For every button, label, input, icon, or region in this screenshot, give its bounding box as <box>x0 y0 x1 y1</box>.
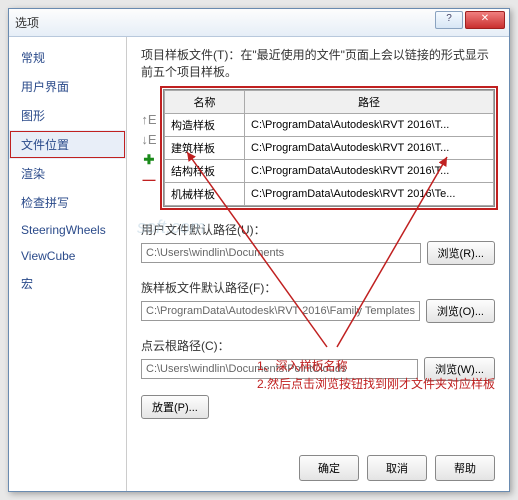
cell-path[interactable]: C:\ProgramData\Autodesk\RVT 2016\Te... <box>245 182 494 205</box>
pointcloud-path-label: 点云根路径(C)： <box>141 337 495 354</box>
sidebar-item-file-locations[interactable]: 文件位置 <box>9 130 126 159</box>
template-table: 名称 路径 构造样板 C:\ProgramData\Autodesk\RVT 2… <box>163 89 495 207</box>
sidebar-item-viewcube[interactable]: ViewCube <box>9 243 126 269</box>
annotation-text: 1、深入样板名称 2.然后点击浏览按钮找到刚才文件夹对应样板 <box>257 357 495 393</box>
ok-button[interactable]: 确定 <box>299 455 359 481</box>
header-name: 名称 <box>165 90 245 113</box>
help-button[interactable]: 帮助 <box>435 455 495 481</box>
main-panel: 项目样板文件(T)：在"最近使用的文件"页面上会以链接的形式显示前五个项目样板。… <box>127 37 509 491</box>
sidebar-item-render[interactable]: 渲染 <box>9 159 126 188</box>
sidebar-item-graphics[interactable]: 图形 <box>9 101 126 130</box>
help-icon[interactable]: ? <box>435 11 463 29</box>
dialog-footer: 确定 取消 帮助 <box>299 455 495 481</box>
cell-path[interactable]: C:\ProgramData\Autodesk\RVT 2016\T... <box>245 113 494 136</box>
close-icon[interactable]: ✕ <box>465 11 505 29</box>
placement-button[interactable]: 放置(P)... <box>141 395 209 419</box>
browse-template-button[interactable]: 浏览(O)... <box>426 299 495 323</box>
sidebar-item-ui[interactable]: 用户界面 <box>9 72 126 101</box>
browse-user-button[interactable]: 浏览(R)... <box>427 241 495 265</box>
sidebar-item-steeringwheels[interactable]: SteeringWheels <box>9 217 126 243</box>
annotation-line2: 2.然后点击浏览按钮找到刚才文件夹对应样板 <box>257 375 495 393</box>
sidebar: 常规 用户界面 图形 文件位置 渲染 检查拼写 SteeringWheels V… <box>9 37 127 491</box>
template-table-area: ↑E ↓E ✚ — 名称 路径 <box>141 89 495 207</box>
description-text: 项目样板文件(T)：在"最近使用的文件"页面上会以链接的形式显示前五个项目样板。 <box>141 47 495 81</box>
cell-name[interactable]: 机械样板 <box>165 182 245 205</box>
template-path-input[interactable] <box>141 301 420 321</box>
dialog-body: 常规 用户界面 图形 文件位置 渲染 检查拼写 SteeringWheels V… <box>9 37 509 491</box>
header-path: 路径 <box>245 90 494 113</box>
annotation-line1: 1、深入样板名称 <box>257 357 495 375</box>
user-path-group: 用户文件默认路径(U)： 浏览(R)... <box>141 221 495 265</box>
table-row[interactable]: 机械样板 C:\ProgramData\Autodesk\RVT 2016\Te… <box>165 182 494 205</box>
sidebar-item-macro[interactable]: 宏 <box>9 269 126 298</box>
cell-name[interactable]: 结构样板 <box>165 159 245 182</box>
cell-name[interactable]: 建筑样板 <box>165 136 245 159</box>
window-controls: ? ✕ <box>435 11 505 29</box>
titlebar: 选项 ? ✕ <box>9 9 509 37</box>
options-dialog: 选项 ? ✕ 常规 用户界面 图形 文件位置 渲染 检查拼写 SteeringW… <box>8 8 510 492</box>
add-icon[interactable]: ✚ <box>141 153 157 169</box>
table-tools: ↑E ↓E ✚ — <box>141 89 159 207</box>
table-row[interactable]: 结构样板 C:\ProgramData\Autodesk\RVT 2016\T.… <box>165 159 494 182</box>
cell-path[interactable]: C:\ProgramData\Autodesk\RVT 2016\T... <box>245 159 494 182</box>
table-header-row: 名称 路径 <box>165 90 494 113</box>
user-path-label: 用户文件默认路径(U)： <box>141 221 495 238</box>
template-path-group: 族样板文件默认路径(F)： 浏览(O)... <box>141 279 495 323</box>
user-path-input[interactable] <box>141 243 421 263</box>
cancel-button[interactable]: 取消 <box>367 455 427 481</box>
sidebar-item-spellcheck[interactable]: 检查拼写 <box>9 188 126 217</box>
sidebar-item-general[interactable]: 常规 <box>9 43 126 72</box>
remove-icon[interactable]: — <box>141 173 157 189</box>
cell-name[interactable]: 构造样板 <box>165 113 245 136</box>
table-row[interactable]: 构造样板 C:\ProgramData\Autodesk\RVT 2016\T.… <box>165 113 494 136</box>
dialog-title: 选项 <box>15 14 39 31</box>
placement-area: 放置(P)... <box>141 395 495 419</box>
move-down-icon[interactable]: ↓E <box>141 133 157 149</box>
table-row[interactable]: 建筑样板 C:\ProgramData\Autodesk\RVT 2016\T.… <box>165 136 494 159</box>
cell-path[interactable]: C:\ProgramData\Autodesk\RVT 2016\T... <box>245 136 494 159</box>
move-up-icon[interactable]: ↑E <box>141 113 157 129</box>
template-path-label: 族样板文件默认路径(F)： <box>141 279 495 296</box>
